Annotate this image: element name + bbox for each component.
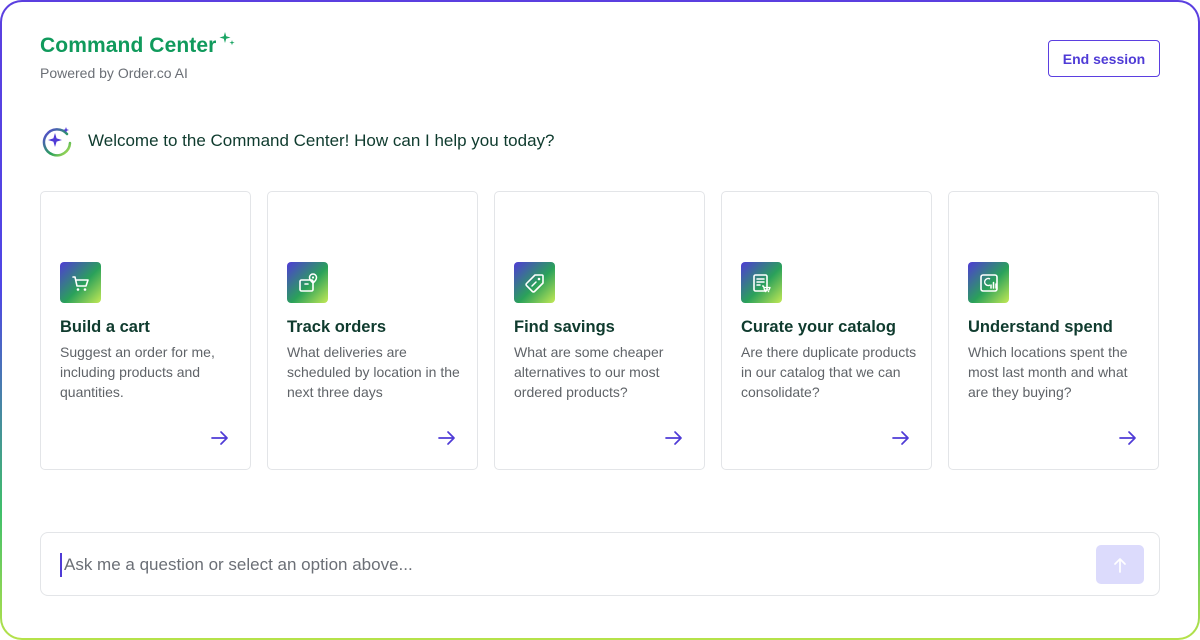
text-caret: [60, 553, 62, 577]
arrow-right-icon: [1119, 431, 1136, 445]
card-track-orders[interactable]: Track orders What deliveries are schedul…: [267, 191, 478, 470]
arrow-up-icon: [1114, 557, 1126, 573]
title-row: Command Center: [40, 32, 236, 58]
sparkle-circle-icon: [42, 127, 72, 157]
catalog-cart-icon: [741, 262, 782, 303]
card-build-cart[interactable]: Build a cart Suggest an order for me, in…: [40, 191, 251, 470]
card-title: Understand spend: [968, 318, 1113, 336]
card-understand-spend[interactable]: Understand spend Which locations spent t…: [948, 191, 1159, 470]
arrow-right-icon: [892, 431, 909, 445]
header: Command Center Powered by Order.co AI: [40, 32, 236, 81]
card-find-savings[interactable]: Find savings What are some cheaper alter…: [494, 191, 705, 470]
card-description: Which locations spent the most last mont…: [968, 344, 1128, 400]
card-description: Suggest an order for me, including produ…: [60, 344, 215, 400]
spend-chart-icon: [968, 262, 1009, 303]
package-location-icon: [287, 262, 328, 303]
welcome-text: Welcome to the Command Center! How can I…: [88, 131, 555, 150]
welcome-message: Welcome to the Command Center! How can I…: [40, 124, 554, 158]
card-curate-catalog[interactable]: Curate your catalog Are there duplicate …: [721, 191, 932, 470]
card-title: Track orders: [287, 318, 387, 336]
end-session-button[interactable]: End session: [1048, 40, 1160, 77]
sparkle-icon: [219, 32, 236, 46]
page-subtitle: Powered by Order.co AI: [40, 65, 188, 81]
card-description: Are there duplicate products in our cata…: [741, 344, 917, 400]
card-title: Build a cart: [60, 318, 150, 336]
suggestion-cards: Build a cart Suggest an order for me, in…: [40, 191, 1159, 470]
send-button[interactable]: [1096, 545, 1144, 584]
prompt-input[interactable]: [64, 549, 1084, 581]
cart-icon: [60, 262, 101, 303]
prompt-box: [40, 532, 1160, 596]
card-description: What deliveries are scheduled by locatio…: [287, 344, 460, 400]
card-description: What are some cheaper alternatives to ou…: [514, 344, 664, 400]
card-title: Find savings: [514, 318, 615, 336]
page-title: Command Center: [40, 34, 217, 57]
arrow-right-icon: [665, 431, 682, 445]
arrow-right-icon: [438, 431, 455, 445]
card-title: Curate your catalog: [741, 318, 896, 336]
arrow-right-icon: [211, 431, 228, 445]
price-tag-icon: [514, 262, 555, 303]
